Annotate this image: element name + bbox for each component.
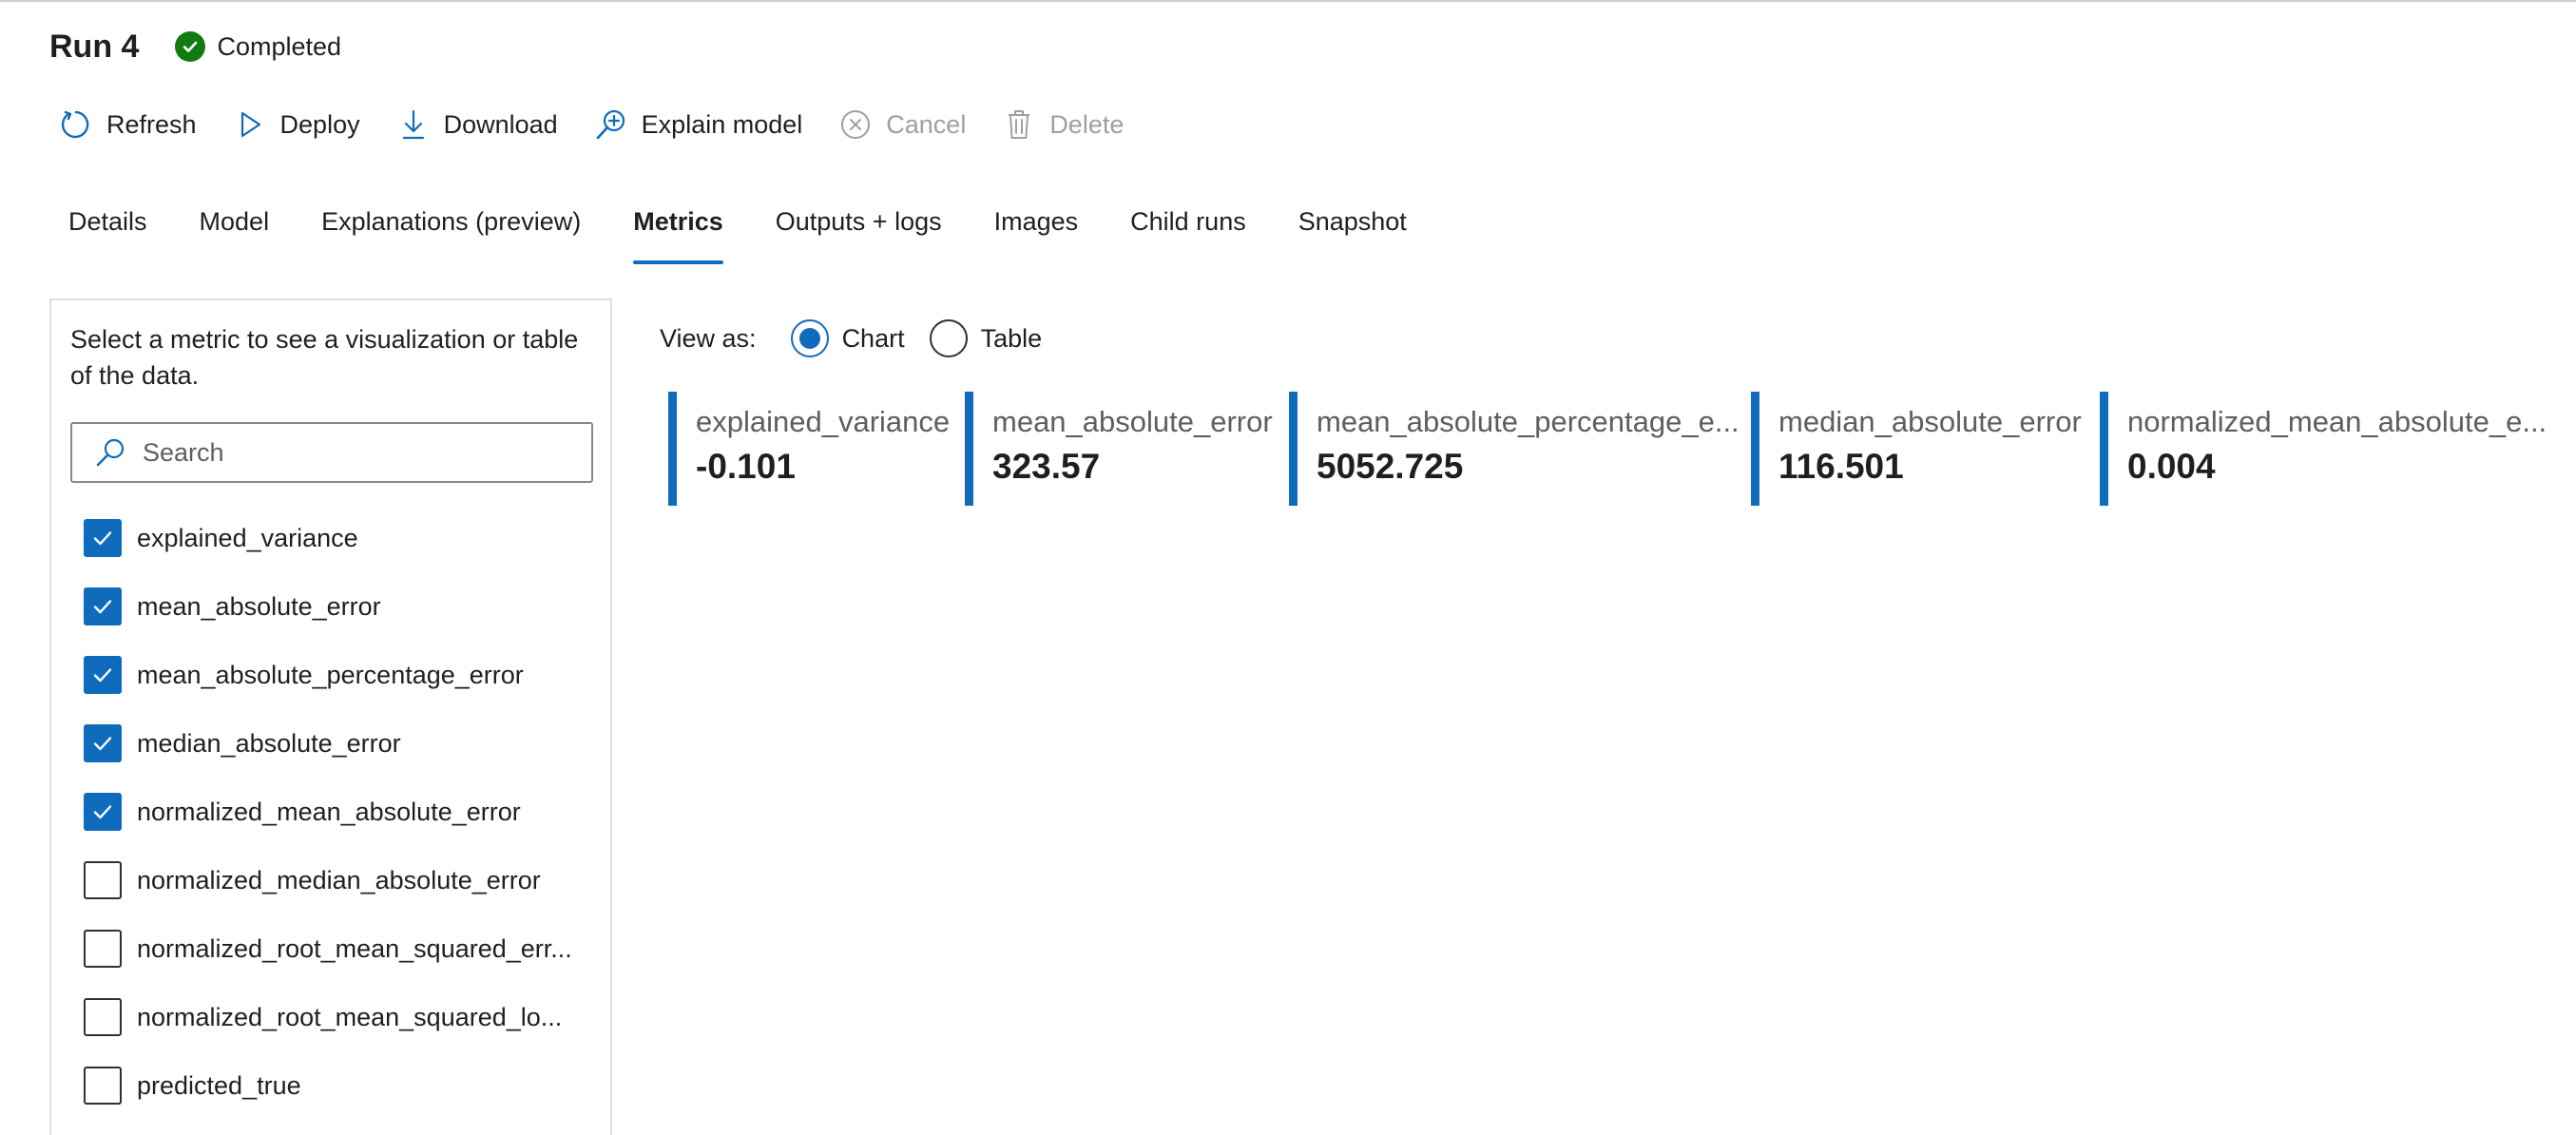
deploy-button[interactable]: Deploy [233,107,360,142]
checkbox[interactable] [84,861,122,899]
chart-radio[interactable]: Chart [790,319,905,357]
status-text: Completed [217,31,342,61]
deploy-label: Deploy [279,109,360,139]
metric-card-value: 5052.725 [1317,447,1464,486]
metric-selector-panel: Select a metric to see a visualization o… [49,298,612,1135]
download-icon [396,107,431,142]
metric-card-name: median_absolute_error [1778,405,2082,438]
metric-card: mean_absolute_error 323.57 [965,392,1288,506]
play-icon [233,107,267,142]
metric-card-name: normalized_mean_absolute_e... [2127,405,2547,438]
metric-card-value: 0.004 [2127,447,2216,486]
status-badge: Completed [175,31,341,62]
tab-model[interactable]: Model [200,202,270,268]
tab-snapshot[interactable]: Snapshot [1298,202,1407,268]
tab-child-runs[interactable]: Child runs [1130,202,1246,268]
metric-item[interactable]: median_absolute_error [84,709,572,778]
search-icon [91,433,129,471]
tab-details[interactable]: Details [68,202,147,268]
checkbox[interactable] [84,724,122,762]
panel-description: Select a metric to see a visualization o… [70,325,579,390]
metric-card-value: 323.57 [992,447,1101,486]
metric-label: normalized_root_mean_squared_lo... [137,1002,563,1031]
metric-label: explained_variance [137,523,358,552]
refresh-button[interactable]: Refresh [59,107,197,142]
check-circle-icon [175,31,206,62]
trash-icon [1002,107,1036,142]
tab-explanations[interactable]: Explanations (preview) [321,202,581,268]
metric-item[interactable]: normalized_root_mean_squared_err... [84,914,572,983]
cancel-button[interactable]: Cancel [838,107,966,142]
checkbox[interactable] [84,656,122,694]
page-title: Run 4 [49,28,140,65]
search-box[interactable] [70,422,593,483]
metric-card: mean_absolute_percentage_e... 5052.725 [1289,392,1749,506]
refresh-icon [59,107,93,142]
metric-card: median_absolute_error 116.501 [1751,392,2099,506]
checkbox[interactable] [84,793,122,831]
metric-item[interactable]: mean_absolute_percentage_error [84,641,572,709]
command-bar: Refresh Deploy Download Explain model Ca… [59,101,1160,148]
metric-item[interactable]: normalized_root_mean_squared_lo... [84,983,572,1051]
explain-model-label: Explain model [641,109,803,139]
tab-images[interactable]: Images [994,202,1079,268]
table-radio-label: Table [980,323,1043,353]
checkbox[interactable] [84,1067,122,1105]
view-as-group: View as: Chart Table [660,314,1067,363]
metric-label: mean_absolute_error [137,591,381,621]
metric-label: normalized_root_mean_squared_err... [137,933,572,963]
checkbox[interactable] [84,587,122,625]
chart-radio-label: Chart [841,323,905,353]
metric-item[interactable]: explained_variance [84,504,572,572]
cancel-circle-icon [838,107,873,142]
tab-bar: Details Model Explanations (preview) Met… [68,202,1459,268]
explain-model-button[interactable]: Explain model [594,107,803,142]
tab-metrics[interactable]: Metrics [633,202,723,268]
metric-label: median_absolute_error [137,728,401,758]
checkbox[interactable] [84,930,122,968]
metric-item[interactable]: mean_absolute_error [84,572,572,641]
metric-card: explained_variance -0.101 [668,392,963,506]
metric-item[interactable]: normalized_median_absolute_error [84,846,572,914]
zoom-in-icon [594,107,628,142]
metric-label: predicted_true [137,1070,301,1100]
metric-card-value: 116.501 [1778,447,1904,486]
download-label: Download [443,109,558,139]
cancel-label: Cancel [886,109,967,139]
metric-card: normalized_mean_absolute_e... 0.004 [2100,392,2556,506]
radio-unselected-icon [929,319,968,357]
tab-outputs-logs[interactable]: Outputs + logs [776,202,942,268]
metric-label: mean_absolute_percentage_error [137,660,524,689]
metric-card-name: mean_absolute_percentage_e... [1317,405,1740,438]
delete-label: Delete [1049,109,1125,139]
metric-card-name: mean_absolute_error [992,405,1273,438]
checkbox[interactable] [84,519,122,557]
metric-list: explained_variance mean_absolute_error m… [84,504,572,1120]
view-as-label: View as: [660,323,757,353]
checkbox[interactable] [84,998,122,1036]
run-header: Run 4 Completed [49,23,341,70]
search-input[interactable] [141,436,582,469]
metric-card-name: explained_variance [696,405,951,438]
metric-item[interactable]: predicted_true [84,1051,572,1120]
metric-label: normalized_mean_absolute_error [137,797,521,826]
metric-item[interactable]: normalized_mean_absolute_error [84,778,572,846]
metric-label: normalized_median_absolute_error [137,865,541,895]
table-radio[interactable]: Table [929,319,1043,357]
delete-button[interactable]: Delete [1002,107,1124,142]
refresh-label: Refresh [106,109,197,139]
top-divider [0,0,2576,2]
metric-card-value: -0.101 [696,447,796,486]
download-button[interactable]: Download [396,107,558,142]
radio-selected-icon [790,319,829,357]
